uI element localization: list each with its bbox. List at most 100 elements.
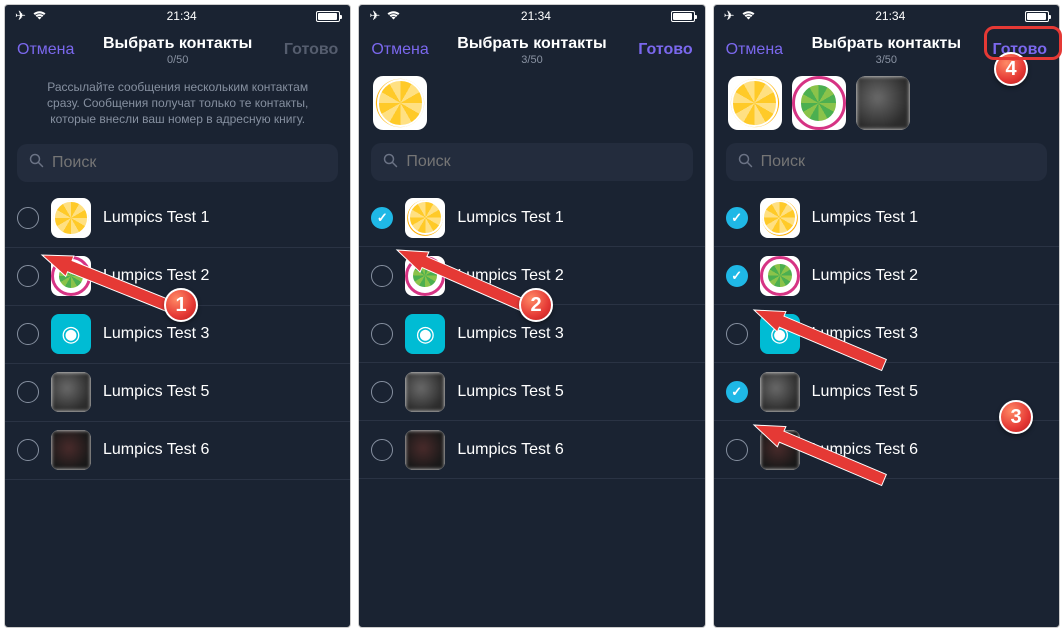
contact-name: Lumpics Test 1 [812,209,918,227]
contact-name: Lumpics Test 6 [103,441,209,459]
contact-name: Lumpics Test 5 [457,383,563,401]
status-bar: ✈ 21:34 [5,5,350,27]
contact-avatar [760,256,800,296]
select-checkbox[interactable] [371,381,393,403]
contact-row[interactable]: Lumpics Test 6 [359,421,704,479]
wifi-icon [386,9,401,23]
contact-row[interactable]: Lumpics Test 5 [359,363,704,421]
contact-avatar [51,430,91,470]
airplane-mode-icon: ✈ [724,8,735,24]
phone-screen-1: ✈21:34ОтменаВыбрать контакты0/50ГотовоРа… [4,4,351,628]
search-icon [29,153,44,172]
select-checkbox[interactable] [726,323,748,345]
contact-avatar [405,372,445,412]
contact-avatar [51,256,91,296]
contact-list: ✓ Lumpics Test 1 ✓Lumpics Test 2◉Lumpics T… [714,189,1059,627]
contact-name: Lumpics Test 6 [812,441,918,459]
airplane-mode-icon: ✈ [369,8,380,24]
contact-name: Lumpics Test 3 [457,325,563,343]
selection-count: 0/50 [81,54,274,66]
cancel-button[interactable]: Отмена [17,41,81,59]
contact-name: Lumpics Test 3 [812,325,918,343]
contact-avatar [405,256,445,296]
selected-contacts-strip [359,73,704,139]
select-checkbox[interactable] [17,207,39,229]
select-checkbox[interactable]: ✓ [726,265,748,287]
select-checkbox[interactable] [17,265,39,287]
status-bar: ✈21:34 [359,5,704,27]
contact-row[interactable]: Lumpics Test 2 [5,248,350,306]
contact-row[interactable]: Lumpics Test 2 [359,247,704,305]
contact-list: ✓ Lumpics Test 1 Lumpics Test 2 ◉ Lumpics Te… [359,189,704,627]
search-field[interactable] [371,143,692,181]
select-checkbox[interactable] [726,439,748,461]
select-checkbox[interactable] [17,439,39,461]
search-field[interactable] [17,144,338,182]
contact-row[interactable]: Lumpics Test 5 [5,364,350,422]
contact-row[interactable]: ◉ Lumpics Test 3 [359,305,704,363]
selected-avatar[interactable] [792,76,846,130]
contact-name: Lumpics Test 1 [103,209,209,227]
contact-avatar [760,372,800,412]
selection-count: 3/50 [435,54,628,66]
search-input[interactable] [52,154,326,172]
contact-name: Lumpics Test 3 [103,325,209,343]
page-title: Выбрать контакты [435,35,628,53]
contact-row[interactable]: ◉ Lumpics Test 3 [5,306,350,364]
select-checkbox[interactable] [371,265,393,287]
page-title: Выбрать контакты [81,35,274,53]
contact-name: Lumpics Test 5 [812,383,918,401]
selected-avatar[interactable] [856,76,910,130]
select-checkbox[interactable] [371,439,393,461]
done-button[interactable]: Готово [629,41,693,59]
contact-row[interactable]: ✓Lumpics Test 2 [714,247,1059,305]
select-checkbox[interactable]: ✓ [371,207,393,229]
search-input[interactable] [406,153,680,171]
status-time: 21:34 [875,9,905,23]
nav-header: ОтменаВыбрать контакты0/50Готово [5,27,350,73]
search-field[interactable] [726,143,1047,181]
airplane-mode-icon: ✈ [15,8,26,24]
select-checkbox[interactable] [17,323,39,345]
contact-avatar: ◉ [405,314,445,354]
cancel-button[interactable]: Отмена [726,41,790,59]
search-input[interactable] [761,153,1035,171]
contact-name: Lumpics Test 2 [457,267,563,285]
wifi-icon [741,9,756,23]
phone-screen-3: ✈21:34ОтменаВыбрать контакты3/50Готово✓L… [713,4,1060,628]
contact-avatar [51,372,91,412]
nav-header: ОтменаВыбрать контакты3/50Готово [714,27,1059,73]
cancel-button[interactable]: Отмена [371,41,435,59]
status-bar: ✈ 21:34 [714,5,1059,27]
battery-icon [316,11,340,22]
contact-avatar [760,430,800,470]
done-button: Готово [274,41,338,59]
contact-row[interactable]: ✓ Lumpics Test 5 [714,363,1059,421]
info-text: Рассылайте сообщения нескольким контакта… [5,73,350,140]
contact-avatar: ◉ [51,314,91,354]
contact-avatar [760,198,800,238]
contact-row[interactable]: Lumpics Test 1 [5,190,350,248]
contact-avatar [405,430,445,470]
search-icon [738,153,753,172]
contact-row[interactable]: ◉Lumpics Test 3 [714,305,1059,363]
contact-row[interactable]: Lumpics Test 6 [714,421,1059,479]
selected-avatar[interactable] [728,76,782,130]
page-title: Выбрать контакты [790,35,983,53]
contact-list: Lumpics Test 1 Lumpics Test 2 ◉ Lumpics Tes… [5,190,350,627]
status-time: 21:34 [167,9,197,23]
battery-icon [1025,11,1049,22]
contact-row[interactable]: ✓ Lumpics Test 1 [359,189,704,247]
done-button[interactable]: Готово [983,41,1047,59]
selection-count: 3/50 [790,54,983,66]
contact-row[interactable]: Lumpics Test 6 [5,422,350,480]
select-checkbox[interactable] [17,381,39,403]
select-checkbox[interactable] [371,323,393,345]
selected-avatar[interactable] [373,76,427,130]
contact-name: Lumpics Test 6 [457,441,563,459]
phone-screen-2: ✈21:34 ОтменаВыбрать контакты3/50Готово ✓ L… [358,4,705,628]
contact-row[interactable]: ✓ Lumpics Test 1 [714,189,1059,247]
contact-name: Lumpics Test 1 [457,209,563,227]
select-checkbox[interactable]: ✓ [726,381,748,403]
select-checkbox[interactable]: ✓ [726,207,748,229]
